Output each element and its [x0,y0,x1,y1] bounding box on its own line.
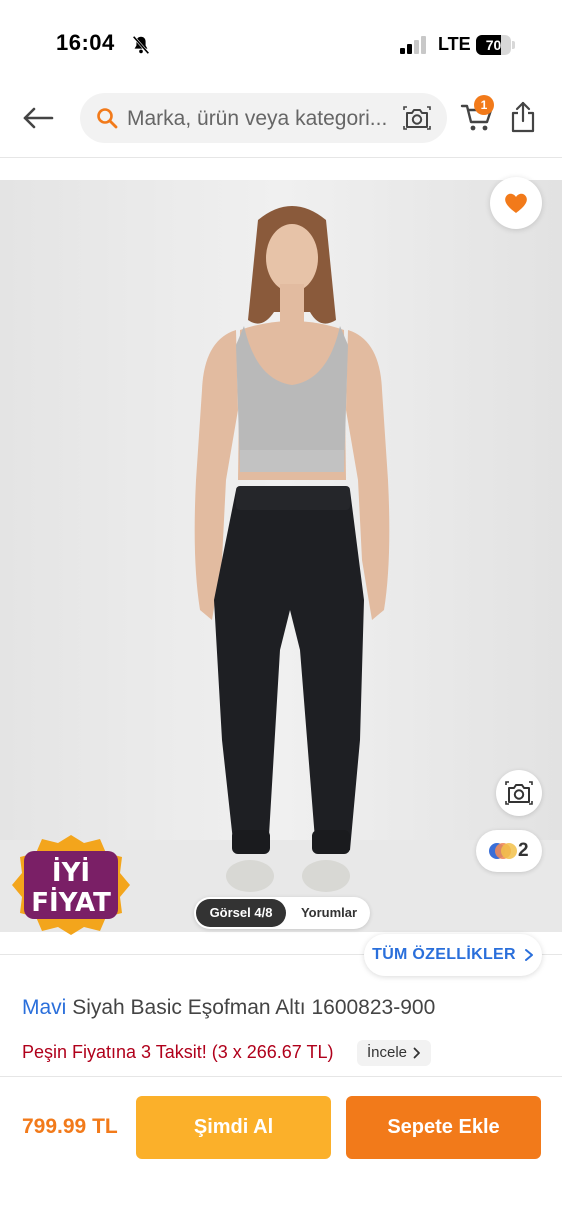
inspect-label: İncele [367,1044,408,1061]
battery-icon: 70 [476,35,516,55]
signal-icon [400,36,426,54]
cart-count-badge: 1 [474,95,494,115]
all-features-button[interactable]: TÜM ÖZELLİKLER [364,934,542,976]
iyi-fiyat-badge: İYİ FİYAT [12,835,130,935]
search-placeholder: Marka, ürün veya kategori... [127,107,388,130]
installment-row: Peşin Fiyatına 3 Taksit! (3 x 266.67 TL)… [22,1040,552,1066]
product-name: Siyah Basic Eşofman Altı 1600823-900 [72,996,436,1019]
color-swatches-icon [489,843,517,859]
battery-level: 70 [485,37,502,53]
chevron-right-icon [413,1047,420,1059]
product-title: Mavi Siyah Basic Eşofman Altı 1600823-90… [22,996,552,1020]
tab-gallery[interactable]: Görsel 4/8 [196,899,286,927]
price-label: 799.99 TL [22,1115,118,1138]
visual-search-button[interactable] [496,770,542,816]
network-label: LTE [438,34,471,54]
chevron-right-icon [524,949,533,961]
badge-line1: İYİ [52,856,90,888]
status-time: 16:04 [56,30,115,55]
search-input[interactable]: Marka, ürün veya kategori... [80,93,447,143]
status-bar: 16:04 LTE 70 [0,0,562,80]
buy-now-button[interactable]: Şimdi Al [136,1096,331,1159]
share-icon [511,101,535,133]
color-count: 2 [518,840,529,861]
bell-slash-icon [132,35,150,55]
installment-text: Peşin Fiyatına 3 Taksit! (3 x 266.67 TL) [22,1042,334,1062]
tab-reviews[interactable]: Yorumlar [290,899,368,927]
heart-icon [505,193,527,213]
add-to-cart-button[interactable]: Sepete Ekle [346,1096,541,1159]
camera-icon[interactable] [403,105,431,131]
inspect-button[interactable]: İncele [357,1040,432,1066]
favorite-button[interactable] [490,177,542,229]
camera-icon [505,781,533,805]
badge-line2: FİYAT [31,886,111,918]
top-nav-bar: Marka, ürün veya kategori... 1 [0,80,562,158]
brand-link[interactable]: Mavi [22,996,66,1019]
product-image-gallery[interactable] [0,180,562,932]
media-tabs: Görsel 4/8 Yorumlar [194,897,370,929]
search-icon [97,108,118,129]
back-arrow-icon [23,107,54,129]
all-features-label: TÜM ÖZELLİKLER [372,946,516,963]
color-options-button[interactable]: 2 [476,830,542,872]
share-button[interactable] [508,100,538,134]
product-photo [0,180,562,932]
back-button[interactable] [18,100,58,136]
divider [0,1076,562,1077]
